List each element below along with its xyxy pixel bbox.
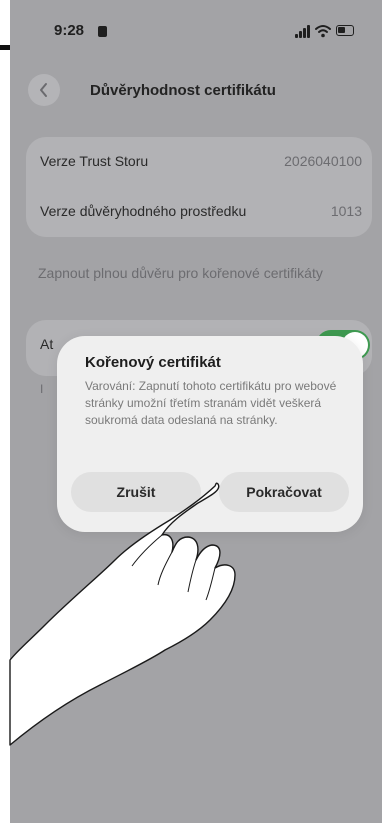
phone-screen: 9:28 Důvěryhodnost certifikátu Verze Tru… <box>10 0 382 823</box>
trust-asset-version-row: Verze důvěryhodného prostředku 1013 <box>26 187 372 237</box>
row-label: Verze Trust Storu <box>40 153 149 169</box>
signal-icon <box>295 24 310 38</box>
status-bar: 9:28 <box>10 20 382 42</box>
footnote: I <box>40 382 44 396</box>
wifi-icon <box>315 25 331 38</box>
continue-button[interactable]: Pokračovat <box>219 472 349 512</box>
page-title: Důvěryhodnost certifikátu <box>90 82 276 99</box>
trust-store-version-row: Verze Trust Storu 2026040100 <box>26 137 372 187</box>
back-button[interactable] <box>28 74 60 106</box>
section-header: Zapnout plnou důvěru pro kořenové certif… <box>38 265 323 281</box>
row-value: 1013 <box>330 203 362 219</box>
status-icons <box>295 24 355 40</box>
root-certificate-alert: Kořenový certifikát Varování: Zapnutí to… <box>57 336 363 532</box>
info-card: Verze Trust Storu 2026040100 Verze důvěr… <box>26 137 372 237</box>
certificate-name: At <box>40 336 54 352</box>
nav-bar: Důvěryhodnost certifikátu <box>10 70 382 110</box>
row-label: Verze důvěryhodného prostředku <box>40 203 247 219</box>
dialog-title: Kořenový certifikát <box>85 354 221 371</box>
cancel-button[interactable]: Zrušit <box>71 472 201 512</box>
row-value: 2026040100 <box>284 153 362 169</box>
chevron-left-icon <box>40 83 47 97</box>
dialog-message: Varování: Zapnutí tohoto certifikátu pro… <box>85 379 337 427</box>
battery-icon <box>336 25 354 36</box>
status-time: 9:28 <box>54 22 85 39</box>
sim-card-icon <box>98 26 107 37</box>
